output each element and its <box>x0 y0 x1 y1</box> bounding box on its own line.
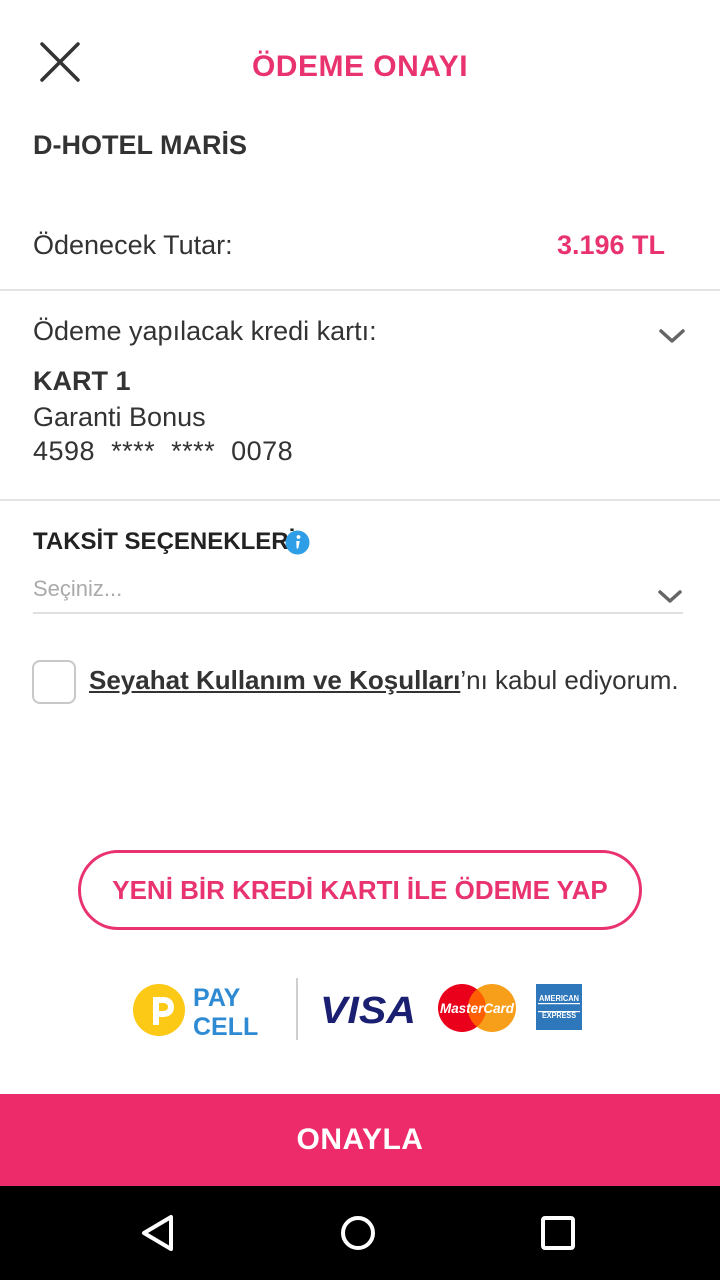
amex-line2: EXPRESS <box>542 1011 577 1020</box>
recents-square-icon[interactable] <box>533 1208 583 1258</box>
chevron-down-icon <box>658 590 682 603</box>
payment-logos: PAY CELL VISA MasterCard AMERICAN EXPRES… <box>0 975 720 1045</box>
installment-placeholder: Seçiniz... <box>33 576 123 601</box>
card-bank: Garanti Bonus <box>33 402 206 432</box>
visa-logo: VISA <box>320 990 416 1031</box>
amex-logo: AMERICAN EXPRESS <box>536 984 582 1030</box>
header: ÖDEME ONAYI <box>0 0 720 120</box>
card-name: KART 1 <box>33 366 131 396</box>
terms-text: Seyahat Kullanım ve Koşulları’nı kabul e… <box>89 665 679 696</box>
amount-label: Ödenecek Tutar: <box>33 230 233 260</box>
page-title: ÖDEME ONAYI <box>251 50 469 83</box>
chevron-down-icon[interactable] <box>657 326 687 346</box>
terms-suffix: ’nı kabul ediyorum. <box>460 665 679 695</box>
terms-checkbox[interactable] <box>32 660 76 704</box>
back-triangle-icon[interactable] <box>133 1208 183 1258</box>
amount-row: Ödenecek Tutar: 3.196 TL <box>33 230 665 270</box>
terms-link[interactable]: Seyahat Kullanım ve Koşulları <box>89 665 460 695</box>
divider <box>0 499 720 501</box>
amount-value: 3.196 TL <box>556 230 665 260</box>
installment-select[interactable]: Seçiniz... <box>33 572 683 614</box>
card-selector[interactable]: Ödeme yapılacak kredi kartı: KART 1 Gara… <box>33 316 687 486</box>
mastercard-text: MasterCard <box>440 1000 514 1016</box>
card-label: Ödeme yapılacak kredi kartı: <box>33 316 377 346</box>
home-circle-icon[interactable] <box>333 1208 383 1258</box>
visa-text: VISA <box>320 990 416 1031</box>
new-card-button[interactable]: YENİ BİR KREDİ KARTI İLE ÖDEME YAP <box>78 850 642 930</box>
hotel-name: D-HOTEL MARİS <box>33 130 247 160</box>
installment-title: TAKSİT SEÇENEKLERİ <box>33 528 296 555</box>
card-number: 4598 **** **** 0078 <box>33 436 294 466</box>
paycell-line2: CELL <box>193 1013 258 1039</box>
paycell-line1: PAY <box>193 984 241 1012</box>
divider <box>0 289 720 291</box>
amex-line1: AMERICAN <box>539 994 579 1003</box>
mastercard-logo: MasterCard <box>438 984 516 1032</box>
logo-separator <box>296 978 298 1040</box>
info-icon[interactable] <box>285 530 310 555</box>
confirm-button[interactable]: ONAYLA <box>0 1094 720 1186</box>
system-nav-bar <box>0 1186 720 1280</box>
paycell-logo: PAY CELL <box>133 984 258 1039</box>
